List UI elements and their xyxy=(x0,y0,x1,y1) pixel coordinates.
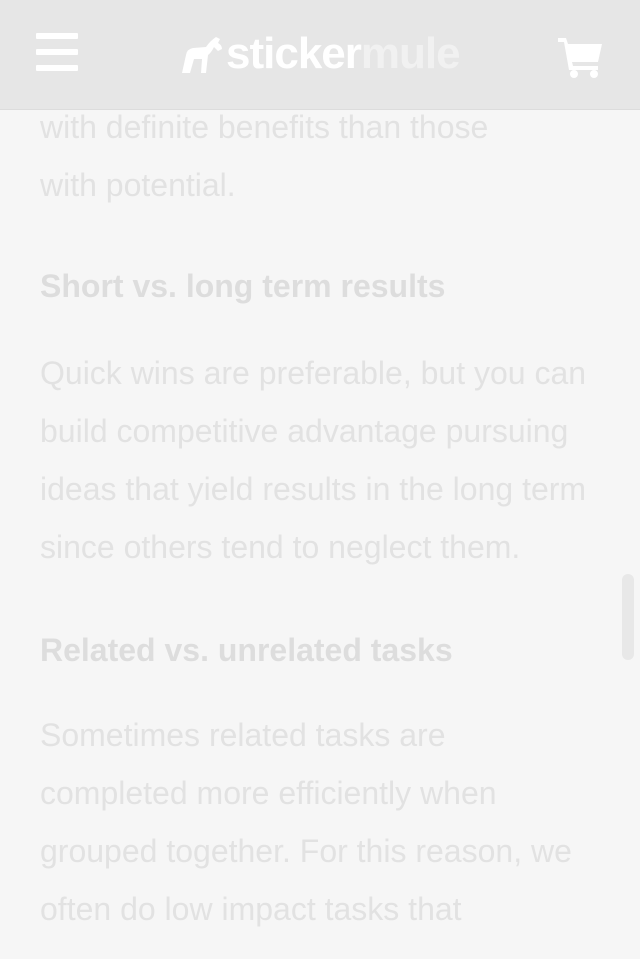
vertical-scrollbar[interactable] xyxy=(622,574,634,660)
intro-paragraph: with definite benefits than those with p… xyxy=(40,98,600,214)
hamburger-menu-icon-bar xyxy=(36,49,78,55)
section-paragraph-related-vs-unrelated: Sometimes related tasks are completed mo… xyxy=(40,717,572,927)
top-header: sticker mule xyxy=(0,0,640,109)
section-heading-related-vs-unrelated: Related vs. unrelated tasks xyxy=(40,632,453,668)
shopping-cart-icon xyxy=(558,38,602,78)
stickermule-logo[interactable]: sticker mule xyxy=(178,28,461,80)
section-paragraph-short-vs-long: Quick wins are preferable, but you can b… xyxy=(40,355,587,565)
intro-line-1: with definite benefits than those xyxy=(40,109,489,145)
page: with definite benefits than those with p… xyxy=(0,0,640,959)
menu-button[interactable] xyxy=(34,31,82,73)
section-heading-short-vs-long: Short vs. long term results xyxy=(40,268,446,304)
logo-text-sticker: sticker xyxy=(226,29,362,78)
horse-logo-icon xyxy=(182,37,222,73)
hamburger-menu-icon xyxy=(36,33,78,39)
cart-button[interactable] xyxy=(556,34,606,78)
logo-text-mule: mule xyxy=(360,29,461,78)
hamburger-menu-icon-bar xyxy=(36,65,78,71)
article-content: with definite benefits than those with p… xyxy=(40,98,600,938)
intro-line-2: with potential. xyxy=(40,167,236,203)
